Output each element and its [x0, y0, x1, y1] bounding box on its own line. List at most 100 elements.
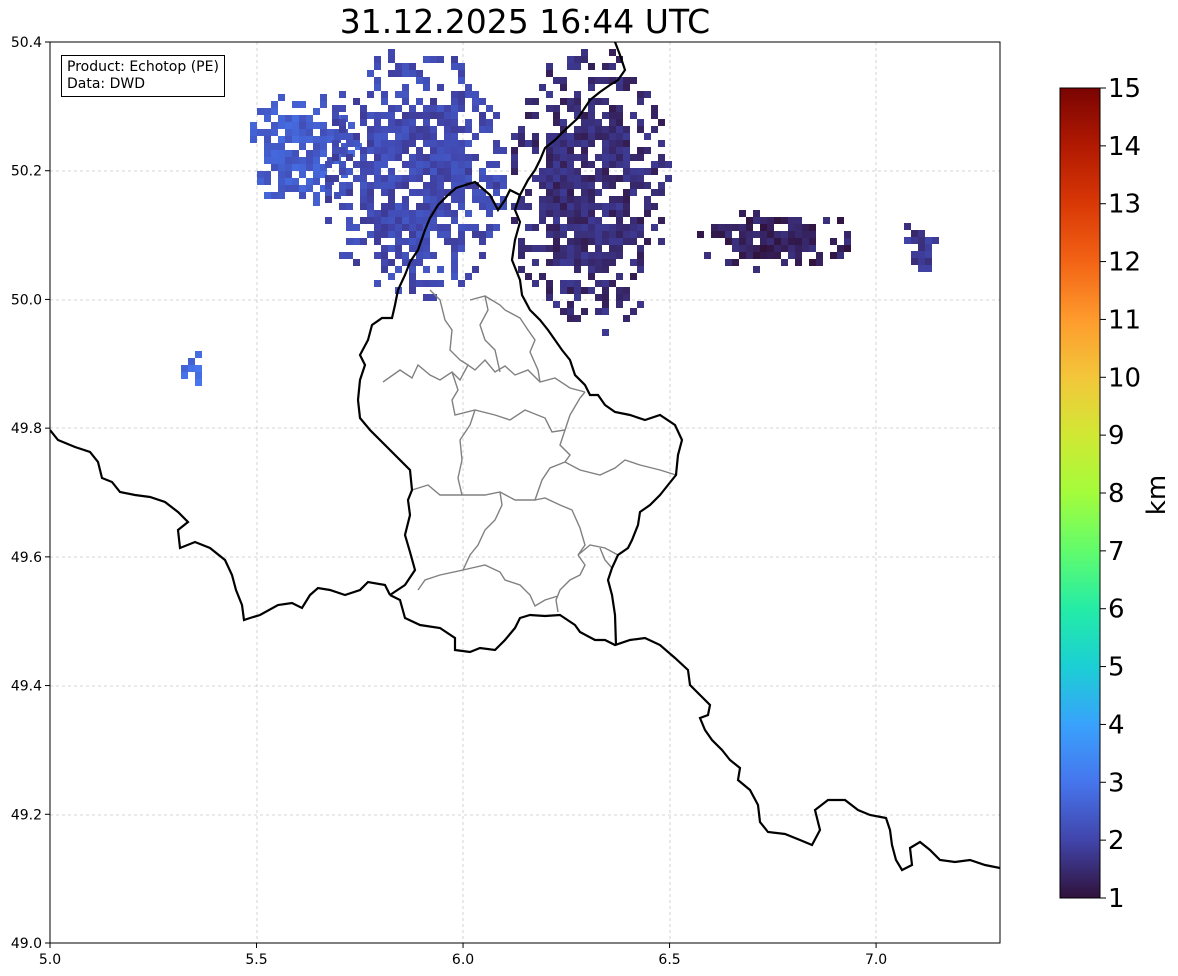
echo-cell	[651, 112, 658, 119]
echo-cell	[630, 238, 637, 245]
echo-cell	[760, 231, 767, 238]
echo-cell	[346, 182, 353, 189]
echo-cell	[181, 372, 188, 379]
echo-cell	[609, 49, 616, 56]
echo-cell	[360, 112, 367, 119]
echo-cell	[581, 224, 588, 231]
echo-cell	[623, 126, 630, 133]
echo-cell	[367, 210, 374, 217]
echo-cell	[574, 210, 581, 217]
echo-cell	[360, 168, 367, 175]
echo-cell	[409, 168, 416, 175]
echo-cell	[388, 259, 395, 266]
echo-cell	[651, 224, 658, 231]
echo-cell	[581, 189, 588, 196]
echo-cell	[264, 192, 271, 199]
echo-cell	[367, 126, 374, 133]
echo-cell	[271, 157, 278, 164]
echo-cell	[574, 63, 581, 70]
echo-cell	[451, 273, 458, 280]
echo-cell	[616, 238, 623, 245]
echo-cell	[437, 210, 444, 217]
echo-cell	[313, 108, 320, 115]
echo-cell	[574, 231, 581, 238]
echo-cell	[795, 231, 802, 238]
echo-cell	[278, 164, 285, 171]
echo-cell	[718, 224, 725, 231]
echo-cell	[651, 126, 658, 133]
echo-cell	[651, 168, 658, 175]
echo-cell	[367, 70, 374, 77]
echo-cell	[271, 192, 278, 199]
echo-cell	[451, 154, 458, 161]
echo-cell	[479, 196, 486, 203]
echo-cell	[546, 133, 553, 140]
echo-cell	[395, 63, 402, 70]
echo-cell	[746, 252, 753, 259]
echo-cell	[602, 266, 609, 273]
echo-cell	[313, 199, 320, 206]
echo-cell	[472, 231, 479, 238]
echo-cell	[313, 157, 320, 164]
echo-cell	[637, 175, 644, 182]
echo-cell	[451, 210, 458, 217]
echo-cell	[567, 133, 574, 140]
echo-cell	[602, 210, 609, 217]
echo-cell	[278, 122, 285, 129]
y-axis: 49.0 49.2 49.4 49.6 49.8 50.0 50.2 50.4	[11, 35, 50, 952]
echo-cell	[299, 171, 306, 178]
echo-cell	[595, 175, 602, 182]
info-box: Product: Echotop (PE) Data: DWD	[61, 55, 225, 97]
echo-cell	[332, 105, 339, 112]
echo-cell	[609, 161, 616, 168]
echo-cell	[739, 238, 746, 245]
echo-cell	[525, 98, 532, 105]
echo-cell	[609, 154, 616, 161]
echo-cell	[264, 129, 271, 136]
echo-cell	[493, 161, 500, 168]
echo-cell	[567, 280, 574, 287]
echo-cell	[602, 126, 609, 133]
echo-cell	[332, 119, 339, 126]
echo-cell	[560, 252, 567, 259]
echo-cell	[451, 56, 458, 63]
echo-cell	[837, 217, 844, 224]
echo-cell	[588, 105, 595, 112]
echo-cell	[581, 140, 588, 147]
echo-cell	[588, 231, 595, 238]
x-tick-label: 6.0	[452, 952, 474, 968]
echo-cell	[381, 112, 388, 119]
echo-cell	[746, 238, 753, 245]
echo-cell	[809, 238, 816, 245]
echo-cell	[493, 224, 500, 231]
echo-cell	[402, 133, 409, 140]
echo-cell	[313, 171, 320, 178]
echo-cell	[423, 203, 430, 210]
echo-cell	[451, 63, 458, 70]
echo-cell	[416, 175, 423, 182]
echo-cell	[409, 231, 416, 238]
echo-cell	[644, 210, 651, 217]
echo-cell	[486, 126, 493, 133]
echo-cell	[486, 182, 493, 189]
echo-cell	[332, 175, 339, 182]
echo-cell	[402, 70, 409, 77]
echo-cell	[395, 266, 402, 273]
echo-cell	[451, 105, 458, 112]
echo-cell	[637, 147, 644, 154]
echo-cell	[395, 147, 402, 154]
echo-cell	[637, 259, 644, 266]
echo-cell	[658, 189, 665, 196]
echo-cell	[458, 98, 465, 105]
echo-cell	[444, 105, 451, 112]
echo-cell	[332, 147, 339, 154]
echo-cell	[465, 175, 472, 182]
echo-cell	[816, 259, 823, 266]
echo-cell	[925, 237, 932, 244]
echo-cell	[630, 168, 637, 175]
echo-cell	[374, 168, 381, 175]
echo-cell	[574, 203, 581, 210]
echo-cell	[567, 252, 574, 259]
echo-cell	[430, 175, 437, 182]
echo-cell	[423, 112, 430, 119]
